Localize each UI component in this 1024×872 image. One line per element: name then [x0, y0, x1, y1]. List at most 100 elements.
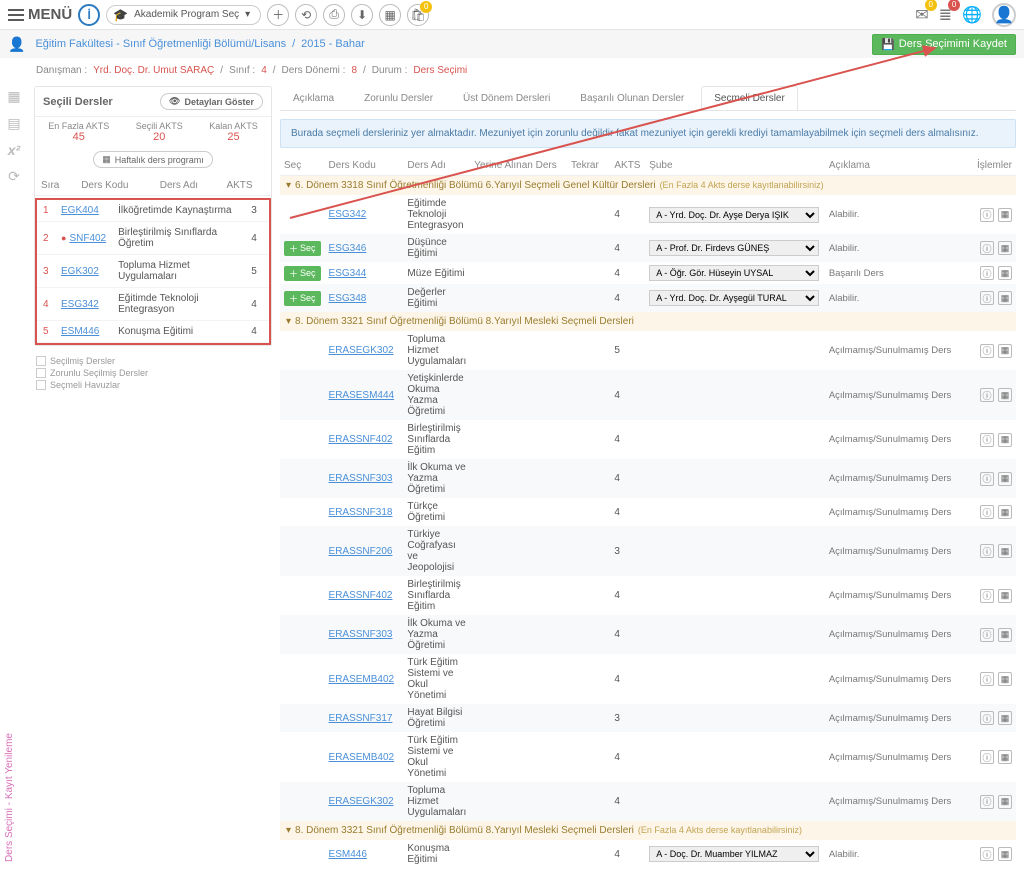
info-icon[interactable]: ⓘ [980, 589, 994, 603]
course-code-link[interactable]: ERASSNF318 [329, 507, 393, 518]
course-code-link[interactable]: ERASEMB402 [329, 752, 395, 763]
selected-course-row[interactable]: 4ESG342Eğitimde Teknoloji Entegrasyon4 [37, 288, 269, 321]
add-button[interactable]: ＋ [267, 4, 289, 26]
tab-basarili[interactable]: Başarılı Olunan Dersler [567, 86, 697, 110]
rail-grid-icon[interactable]: ▤ [7, 115, 20, 132]
selected-course-row[interactable]: 1EGK404İlköğretimde Kaynaştırma3 [37, 200, 269, 222]
course-code-link[interactable]: ERASSNF402 [329, 590, 393, 601]
tab-ust-donem[interactable]: Üst Dönem Dersleri [450, 86, 563, 110]
add-course-button[interactable]: ＋ Seç [284, 291, 321, 306]
course-code-link[interactable]: ESG344 [329, 268, 367, 279]
selected-course-row[interactable]: 5ESM446Konuşma Eğitimi4 [37, 321, 269, 343]
course-row: ESM446Konuşma Eğitimi4A - Doç. Dr. Muamb… [280, 840, 1016, 868]
info-icon[interactable]: ⓘ [980, 241, 994, 255]
globe-icon[interactable]: 🌐 [962, 5, 982, 25]
selected-course-row[interactable]: 2SNF402Birleştirilmiş Sınıflarda Öğretim… [37, 222, 269, 255]
schedule-icon[interactable]: ▦ [998, 388, 1012, 402]
course-code-link[interactable]: ESM446 [61, 326, 99, 337]
selected-course-row[interactable]: 3EGK302Topluma Hizmet Uygulamaları5 [37, 255, 269, 288]
menu-button[interactable]: MENÜ [8, 6, 72, 23]
logo-icon[interactable]: İ [78, 4, 100, 26]
info-icon[interactable]: ⓘ [980, 628, 994, 642]
schedule-icon[interactable]: ▦ [998, 208, 1012, 222]
sel-akts-label: Seçili AKTS [136, 121, 183, 131]
course-code-link[interactable]: EGK302 [61, 266, 99, 277]
info-icon[interactable]: ⓘ [980, 672, 994, 686]
course-code-link[interactable]: ESG342 [329, 209, 367, 220]
schedule-icon[interactable]: ▦ [998, 589, 1012, 603]
schedule-icon[interactable]: ▦ [998, 544, 1012, 558]
schedule-icon[interactable]: ▦ [998, 847, 1012, 861]
info-icon[interactable]: ⓘ [980, 544, 994, 558]
schedule-icon[interactable]: ▦ [998, 266, 1012, 280]
sube-select[interactable]: A - Prof. Dr. Firdevs GÜNEŞ [649, 240, 819, 256]
sube-select[interactable]: A - Yrd. Doç. Dr. Ayşegül TURAL [649, 290, 819, 306]
info-icon[interactable]: ⓘ [980, 344, 994, 358]
info-icon[interactable]: ⓘ [980, 388, 994, 402]
course-code-link[interactable]: ESG346 [329, 243, 367, 254]
add-course-button[interactable]: ＋ Seç [284, 266, 321, 281]
tab-zorunlu[interactable]: Zorunlu Dersler [351, 86, 446, 110]
schedule-icon[interactable]: ▦ [998, 628, 1012, 642]
course-code-link[interactable]: ESG342 [61, 299, 99, 310]
course-code-link[interactable]: ESM446 [329, 849, 367, 860]
info-icon[interactable]: ⓘ [980, 433, 994, 447]
course-code-link[interactable]: ESG348 [329, 293, 367, 304]
detail-toggle-button[interactable]: 👁 Detayları Göster [160, 93, 263, 110]
course-code-link[interactable]: ERASEMB402 [329, 674, 395, 685]
course-code-link[interactable]: ERASESM444 [329, 390, 395, 401]
schedule-icon[interactable]: ▦ [998, 241, 1012, 255]
course-code-link[interactable]: SNF402 [69, 233, 106, 244]
course-code-link[interactable]: ERASSNF206 [329, 546, 393, 557]
schedule-icon[interactable]: ▦ [998, 505, 1012, 519]
schedule-icon[interactable]: ▦ [998, 672, 1012, 686]
info-icon[interactable]: ⓘ [980, 472, 994, 486]
course-row: ERASSNF318Türkçe Öğretimi4Açılmamış/Sunu… [280, 498, 1016, 526]
group-header-row[interactable]: ▾8. Dönem 3321 Sınıf Öğretmenliği Bölümü… [280, 821, 1016, 840]
group-header-row[interactable]: ▾6. Dönem 3318 Sınıf Öğretmenliği Bölümü… [280, 176, 1016, 196]
info-icon[interactable]: ⓘ [980, 266, 994, 280]
schedule-icon[interactable]: ▦ [998, 750, 1012, 764]
mail-icon[interactable]: ✉0 [915, 5, 928, 25]
schedule-icon[interactable]: ▦ [998, 711, 1012, 725]
tab-aciklama[interactable]: Açıklama [280, 86, 347, 110]
schedule-icon[interactable]: ▦ [998, 795, 1012, 809]
info-icon[interactable]: ⓘ [980, 847, 994, 861]
sube-select[interactable]: A - Öğr. Gör. Hüseyin UYSAL [649, 265, 819, 281]
course-code-link[interactable]: ERASEGK302 [329, 796, 394, 807]
calendar-button[interactable]: ▦ [379, 4, 401, 26]
rail-calendar-icon[interactable]: ▦ [7, 88, 20, 105]
refresh-button[interactable]: ⟲ [295, 4, 317, 26]
print-button[interactable]: ⎙ [323, 4, 345, 26]
rail-x2-icon[interactable]: x² [8, 142, 20, 158]
info-icon[interactable]: ⓘ [980, 711, 994, 725]
info-icon[interactable]: ⓘ [980, 505, 994, 519]
course-code-link[interactable]: ERASSNF402 [329, 434, 393, 445]
cart-button[interactable]: 🛍 [407, 4, 429, 26]
course-code-link[interactable]: ERASSNF303 [329, 629, 393, 640]
course-code-link[interactable]: ERASEGK302 [329, 345, 394, 356]
avatar[interactable]: 👤 [992, 3, 1016, 27]
sube-select[interactable]: A - Doç. Dr. Muamber YILMAZ [649, 846, 819, 862]
save-selection-button[interactable]: 💾 Ders Seçimimi Kaydet [872, 34, 1016, 55]
info-icon[interactable]: ⓘ [980, 291, 994, 305]
tasks-icon[interactable]: ≣0 [939, 5, 952, 25]
schedule-icon[interactable]: ▦ [998, 472, 1012, 486]
info-icon[interactable]: ⓘ [980, 795, 994, 809]
tab-secmeli[interactable]: Seçmeli Dersler [701, 86, 798, 110]
info-icon[interactable]: ⓘ [980, 208, 994, 222]
schedule-icon[interactable]: ▦ [998, 291, 1012, 305]
schedule-icon[interactable]: ▦ [998, 344, 1012, 358]
info-icon[interactable]: ⓘ [980, 750, 994, 764]
add-course-button[interactable]: ＋ Seç [284, 241, 321, 256]
sube-select[interactable]: A - Yrd. Doç. Dr. Ayşe Derya IŞIK [649, 207, 819, 223]
weekly-schedule-button[interactable]: ▦ Haftalık ders programı [93, 151, 213, 168]
course-code-link[interactable]: EGK404 [61, 205, 99, 216]
group-header-row[interactable]: ▾8. Dönem 3321 Sınıf Öğretmenliği Bölümü… [280, 312, 1016, 331]
schedule-icon[interactable]: ▦ [998, 433, 1012, 447]
course-code-link[interactable]: ERASSNF317 [329, 713, 393, 724]
course-code-link[interactable]: ERASSNF303 [329, 473, 393, 484]
rail-refresh-icon[interactable]: ⟳ [8, 168, 20, 185]
download-button[interactable]: ⬇ [351, 4, 373, 26]
program-dropdown[interactable]: 🎓 Akademik Program Seç ▾ [106, 5, 261, 25]
